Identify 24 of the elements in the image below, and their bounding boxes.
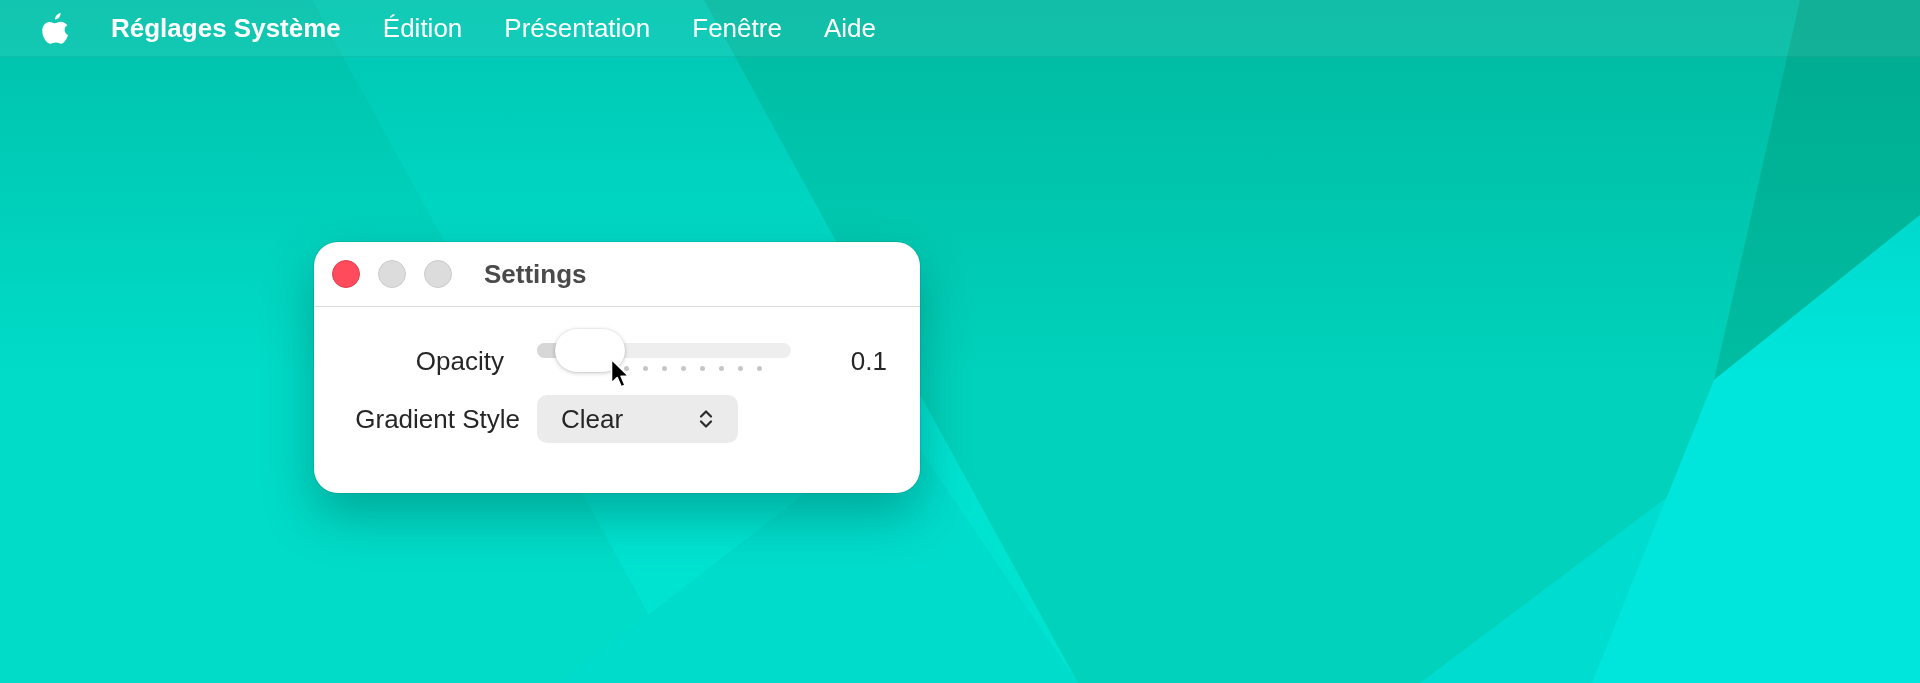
menu-item[interactable]: Aide bbox=[802, 11, 897, 45]
slider-tick-mark bbox=[756, 366, 762, 371]
menu-item[interactable]: Fenêtre bbox=[671, 11, 803, 45]
menu-item[interactable]: Édition bbox=[361, 11, 484, 45]
close-button[interactable] bbox=[332, 260, 360, 288]
slider-tick-mark bbox=[737, 366, 743, 371]
slider-value: 0.1 bbox=[850, 346, 887, 376]
slider-thumb[interactable] bbox=[555, 329, 626, 372]
menu-item[interactable]: Présentation bbox=[483, 11, 672, 45]
slider-tick-mark bbox=[642, 366, 648, 371]
menu-item[interactable]: Réglages Système bbox=[90, 11, 362, 45]
window-title: Settings bbox=[484, 258, 587, 290]
slider-tick-mark bbox=[661, 366, 667, 371]
opacity-slider[interactable] bbox=[537, 329, 791, 372]
mouse-pointer-icon bbox=[610, 358, 630, 389]
chevron-up-down-icon bbox=[699, 408, 713, 430]
setting-label: Opacity bbox=[415, 346, 505, 376]
slider-tick-mark bbox=[680, 366, 686, 371]
gradient-style-popup[interactable]: Clear bbox=[537, 395, 738, 443]
slider-tick-mark bbox=[623, 366, 629, 371]
apple-icon[interactable] bbox=[42, 12, 69, 44]
slider-tick-mark bbox=[699, 366, 705, 371]
setting-label: Gradient Style bbox=[355, 404, 520, 434]
slider-tick-mark bbox=[718, 366, 724, 371]
